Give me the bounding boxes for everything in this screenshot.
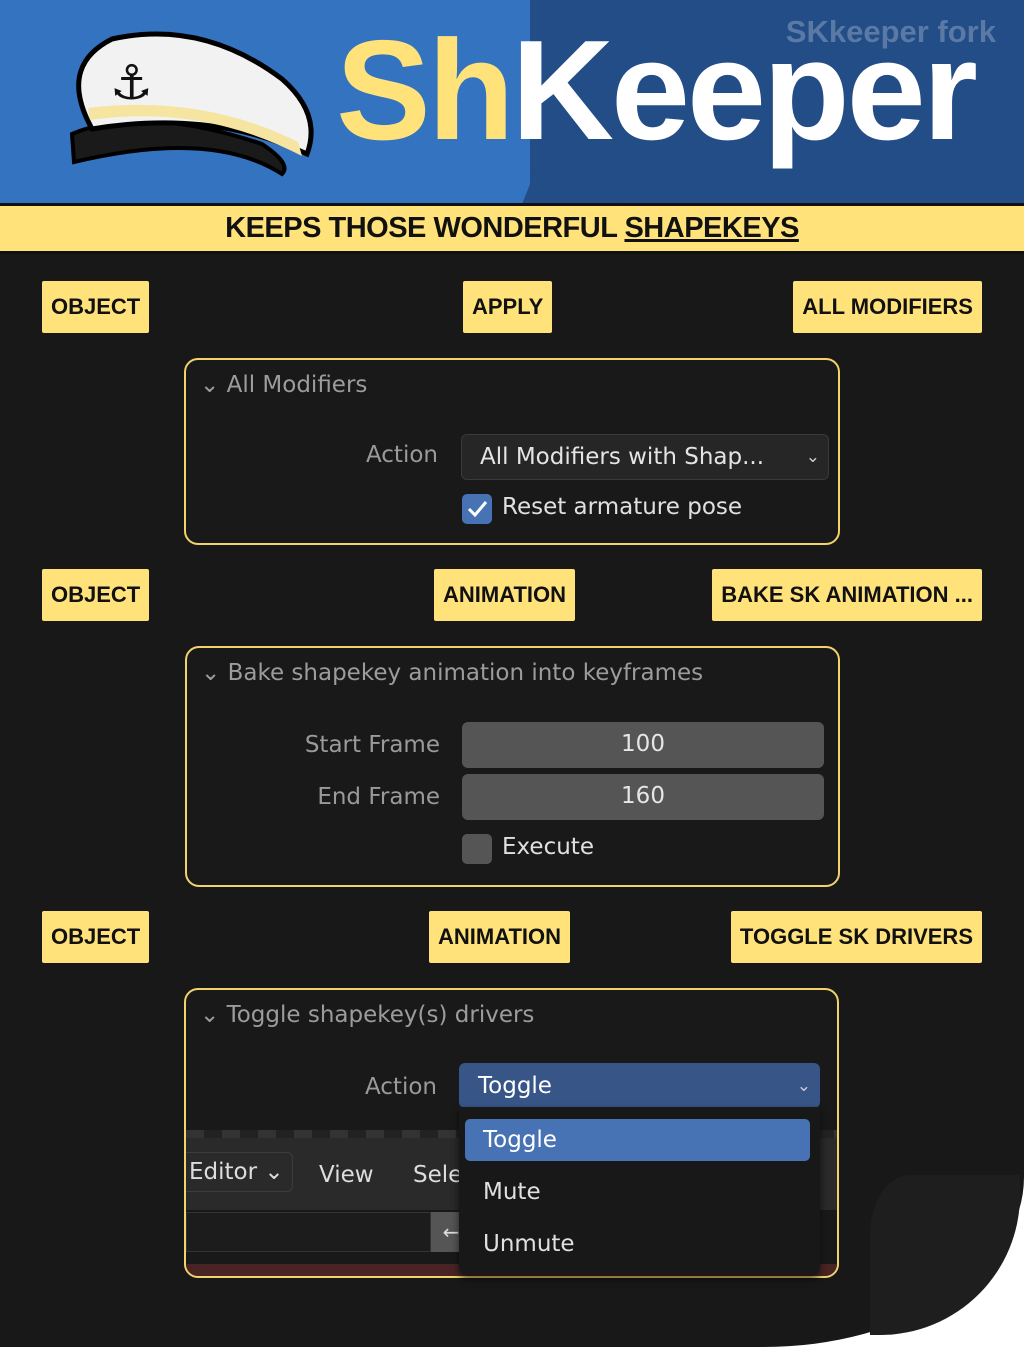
chevron-down-icon: ⌄ — [201, 660, 221, 686]
chevron-down-icon: ⌄ — [805, 447, 820, 467]
bake-animation-panel: ⌄ Bake shapekey animation into keyframes… — [185, 646, 840, 887]
start-frame-label: Start Frame — [304, 732, 440, 758]
editor-type-menu[interactable]: Editor ⌄ — [186, 1152, 293, 1192]
chevron-down-icon: ⌄ — [200, 372, 220, 398]
panel-header[interactable]: ⌄ Bake shapekey animation into keyframes — [201, 660, 703, 686]
panel-header[interactable]: ⌄ Toggle shapekey(s) drivers — [200, 1002, 534, 1028]
option-toggle[interactable]: Toggle — [465, 1119, 810, 1161]
chevron-down-icon: ⌄ — [200, 1002, 220, 1028]
end-frame-field[interactable]: 160 — [462, 774, 824, 820]
tag-animation: ANIMATION — [434, 569, 576, 621]
tag-object: OBJECT — [42, 281, 150, 333]
app-logo-text: ShKeeper — [336, 11, 978, 170]
tag-object: OBJECT — [42, 911, 150, 963]
execute-label: Execute — [502, 834, 594, 860]
panel-header[interactable]: ⌄ All Modifiers — [200, 372, 367, 398]
action-label: Action — [365, 442, 438, 468]
action-dropdown[interactable]: All Modifiers with Shap... ⌄ — [461, 434, 829, 480]
option-unmute[interactable]: Unmute — [465, 1223, 810, 1265]
action-label: Action — [364, 1074, 437, 1100]
option-mute[interactable]: Mute — [465, 1171, 810, 1213]
tag-bake-sk-animation: BAKE SK ANIMATION ... — [712, 569, 982, 621]
end-frame-label: End Frame — [317, 784, 440, 810]
select-menu[interactable]: Sele — [413, 1162, 462, 1188]
tag-apply: APPLY — [463, 281, 553, 333]
captain-hat-logo-icon: ⚓ — [69, 31, 314, 177]
tag-toggle-sk-drivers: TOGGLE SK DRIVERS — [730, 911, 982, 963]
tag-animation: ANIMATION — [429, 911, 571, 963]
checkmark-icon — [467, 501, 488, 518]
background-input — [186, 1212, 431, 1252]
chevron-down-icon: ⌄ — [796, 1076, 811, 1096]
reset-pose-checkbox[interactable] — [462, 494, 492, 524]
start-frame-field[interactable]: 100 — [462, 722, 824, 768]
action-dropdown-menu: Toggle Mute Unmute — [459, 1107, 820, 1275]
action-dropdown-open[interactable]: Toggle ⌄ — [459, 1063, 820, 1108]
tagline: KEEPS THOSE WONDERFUL SHAPEKEYS — [0, 203, 1024, 254]
all-modifiers-panel: ⌄ All Modifiers Action All Modifiers wit… — [184, 358, 840, 545]
view-menu[interactable]: View — [319, 1162, 374, 1188]
execute-checkbox[interactable] — [462, 834, 492, 864]
tag-all-modifiers: ALL MODIFIERS — [793, 281, 982, 333]
banner-header: ⚓ SKkeeper fork ShKeeper — [0, 0, 1024, 204]
tag-object: OBJECT — [42, 569, 150, 621]
svg-text:⚓: ⚓ — [110, 55, 153, 111]
reset-pose-label: Reset armature pose — [502, 494, 743, 520]
